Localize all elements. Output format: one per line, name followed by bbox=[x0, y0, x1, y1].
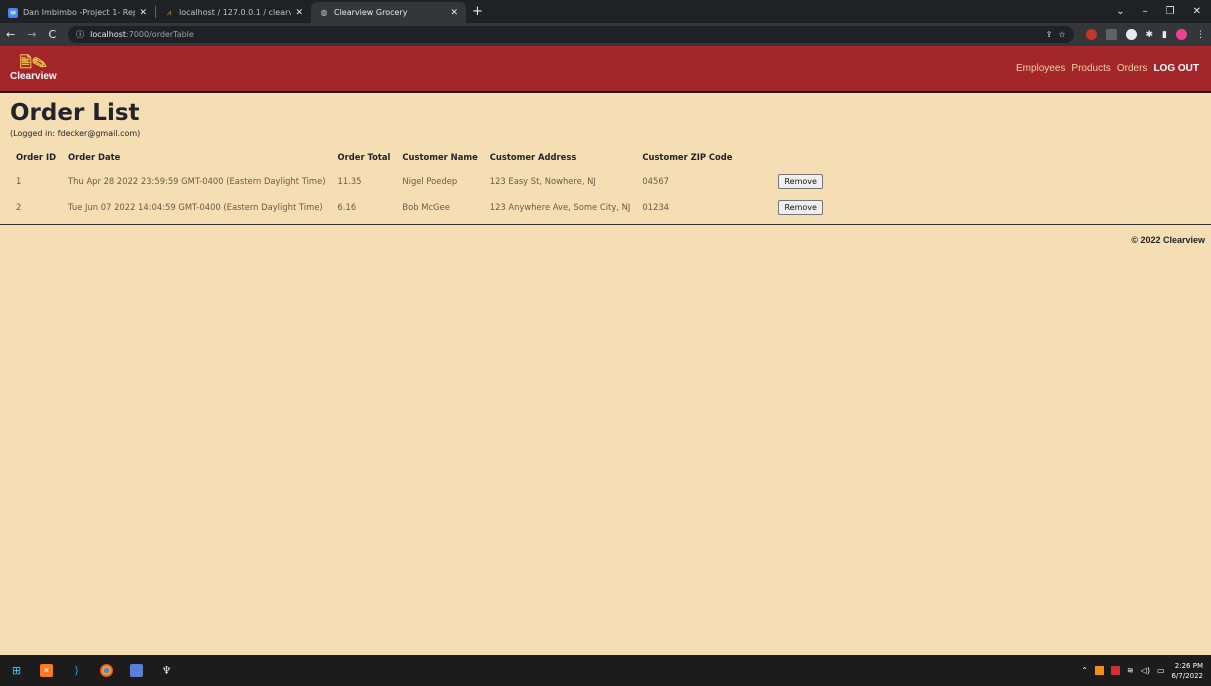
logout-link[interactable]: LOG OUT bbox=[1153, 63, 1199, 74]
customer-address: 123 Anywhere Ave, Some City, NJ bbox=[489, 202, 631, 212]
customer-name: Bob McGee bbox=[402, 202, 450, 212]
actions-cell: Remove bbox=[738, 168, 829, 194]
order-total: 11.35 bbox=[331, 168, 397, 194]
battery-icon[interactable]: ▭ bbox=[1157, 666, 1165, 675]
chevron-down-icon[interactable]: ⌄ bbox=[1116, 6, 1124, 17]
column-header: Order Date bbox=[68, 152, 121, 162]
site-navbar: 🖹✎ Clearview Employees Products Orders L… bbox=[0, 46, 1211, 93]
tab-title: Clearview Grocery bbox=[334, 8, 408, 17]
logo-icon: 🖹✎ bbox=[19, 54, 47, 71]
nav-orders[interactable]: Orders bbox=[1117, 63, 1148, 74]
extension-icons: ✱ ▮ ⋮ bbox=[1085, 29, 1205, 40]
close-tab-icon[interactable]: ✕ bbox=[450, 8, 458, 18]
minimize-icon[interactable]: – bbox=[1143, 6, 1148, 17]
info-icon[interactable]: ⓘ bbox=[76, 29, 84, 40]
browser-toolbar: ← → C ⓘ localhost:7000/orderTable ⇪ ☆ ✱ … bbox=[0, 23, 1211, 46]
wifi-icon[interactable]: ≋ bbox=[1127, 666, 1134, 675]
tray-app-icon[interactable] bbox=[1111, 666, 1120, 675]
forward-icon[interactable]: → bbox=[27, 28, 36, 41]
extension-badge-icon[interactable] bbox=[1125, 29, 1137, 40]
order-date: Thu Apr 28 2022 23:59:59 GMT-0400 (Easte… bbox=[62, 168, 332, 194]
remove-button[interactable]: Remove bbox=[778, 199, 823, 215]
nav-products[interactable]: Products bbox=[1071, 63, 1110, 74]
order-total: 6.16 bbox=[337, 202, 357, 212]
logged-in-status: (Logged in: fdecker@gmail.com) bbox=[10, 129, 141, 138]
globe-icon: ◍ bbox=[320, 8, 328, 17]
clock-time: 2:26 PM bbox=[1174, 661, 1203, 670]
restore-icon[interactable]: ❐ bbox=[1166, 6, 1175, 17]
page-title: Order List bbox=[10, 100, 140, 126]
tab-clearview-grocery[interactable]: ◍ Clearview Grocery ✕ bbox=[311, 2, 466, 23]
nav-employees[interactable]: Employees bbox=[1016, 63, 1065, 74]
window-controls: ⌄ – ❐ ✕ bbox=[1116, 0, 1211, 23]
tab-report[interactable]: ≡ Dan Imbimbo -Project 1- Report ✕ bbox=[0, 2, 155, 23]
system-tray: ⌃ ≋ ◁) ▭ 2:26 PM 6/7/2022 bbox=[1081, 655, 1203, 686]
web-page: 🖹✎ Clearview Employees Products Orders L… bbox=[0, 46, 1211, 655]
cast-icon[interactable] bbox=[1105, 29, 1117, 40]
windows-start-icon[interactable]: ⊞ bbox=[10, 664, 23, 677]
customer-address: 123 Easy St, Nowhere, NJ bbox=[483, 168, 637, 194]
file-icon[interactable] bbox=[130, 664, 143, 677]
column-header: Customer ZIP Code bbox=[642, 152, 733, 162]
brand-logo[interactable]: 🖹✎ Clearview bbox=[10, 54, 57, 83]
app-icon[interactable]: ♆ bbox=[160, 664, 173, 677]
chevron-up-icon[interactable]: ⌃ bbox=[1081, 666, 1088, 675]
tray-app-icon[interactable] bbox=[1095, 666, 1104, 675]
address-bar[interactable]: ⓘ localhost:7000/orderTable ⇪ ☆ bbox=[68, 26, 1074, 43]
remove-button[interactable]: Remove bbox=[778, 173, 823, 189]
customer-zip: 01234 bbox=[642, 202, 669, 212]
clock-date: 6/7/2022 bbox=[1171, 671, 1203, 680]
column-header: Order Total bbox=[337, 152, 391, 162]
table-row: 2 Tue Jun 07 2022 14:04:59 GMT-0400 (Eas… bbox=[10, 194, 829, 220]
volume-icon[interactable]: ◁) bbox=[1141, 666, 1150, 675]
table-header-row: Order ID Order Date Order Total Customer… bbox=[10, 146, 829, 168]
customer-name: Nigel Poedep bbox=[396, 168, 484, 194]
reload-icon[interactable]: C bbox=[48, 28, 56, 41]
phpmyadmin-icon: ⩘ bbox=[166, 7, 172, 17]
share-icon[interactable]: ⇪ bbox=[1046, 30, 1053, 39]
profile-avatar-icon[interactable] bbox=[1176, 29, 1187, 40]
xampp-icon[interactable]: ✕ bbox=[40, 664, 53, 677]
actions-cell: Remove bbox=[738, 194, 828, 220]
url-host: localhost bbox=[90, 30, 127, 39]
chrome-icon[interactable] bbox=[100, 664, 113, 677]
bookmark-star-icon[interactable]: ☆ bbox=[1058, 30, 1065, 39]
close-icon[interactable]: ✕ bbox=[1193, 6, 1201, 17]
order-id: 1 bbox=[10, 168, 63, 194]
browser-tab-strip: ≡ Dan Imbimbo -Project 1- Report ✕ ⩘ loc… bbox=[0, 0, 1211, 23]
customer-zip: 04567 bbox=[636, 168, 739, 194]
tab-title: localhost / 127.0.0.1 / clearviewd bbox=[179, 8, 292, 17]
close-tab-icon[interactable]: ✕ bbox=[139, 8, 147, 18]
menu-kebab-icon[interactable]: ⋮ bbox=[1196, 30, 1205, 40]
order-id: 2 bbox=[16, 202, 22, 212]
column-header: Customer Name bbox=[402, 152, 478, 162]
close-tab-icon[interactable]: ✕ bbox=[295, 8, 303, 18]
orders-table: Order ID Order Date Order Total Customer… bbox=[10, 146, 829, 220]
order-date: Tue Jun 07 2022 14:04:59 GMT-0400 (Easte… bbox=[68, 202, 323, 212]
url-path: :7000/orderTable bbox=[126, 30, 194, 39]
footer-copyright: © 2022 Clearview bbox=[1131, 235, 1205, 245]
ublock-icon[interactable] bbox=[1085, 29, 1097, 40]
nav-links: Employees Products Orders LOG OUT bbox=[1016, 63, 1199, 74]
puzzle-icon[interactable]: ✱ bbox=[1146, 30, 1154, 40]
new-tab-icon[interactable]: + bbox=[472, 4, 483, 19]
table-row: 1 Thu Apr 28 2022 23:59:59 GMT-0400 (Eas… bbox=[10, 168, 829, 194]
column-header: Customer Address bbox=[489, 152, 577, 162]
side-panel-icon[interactable]: ▮ bbox=[1162, 30, 1167, 40]
docs-icon: ≡ bbox=[8, 7, 18, 18]
vscode-icon[interactable]: ⟩ bbox=[70, 664, 83, 677]
windows-taskbar: ⊞ ✕ ⟩ ♆ ⌃ ≋ ◁) ▭ 2:26 PM 6/7/2022 bbox=[0, 655, 1211, 686]
back-icon[interactable]: ← bbox=[6, 28, 15, 41]
brand-name: Clearview bbox=[10, 71, 57, 82]
column-header: Order ID bbox=[16, 152, 57, 162]
tab-title: Dan Imbimbo -Project 1- Report bbox=[23, 8, 136, 17]
clock[interactable]: 2:26 PM 6/7/2022 bbox=[1172, 661, 1203, 681]
main-content: Order List (Logged in: fdecker@gmail.com… bbox=[0, 93, 1211, 220]
tab-phpmyadmin[interactable]: ⩘ localhost / 127.0.0.1 / clearviewd ✕ bbox=[156, 2, 311, 23]
column-header-actions bbox=[738, 146, 828, 168]
